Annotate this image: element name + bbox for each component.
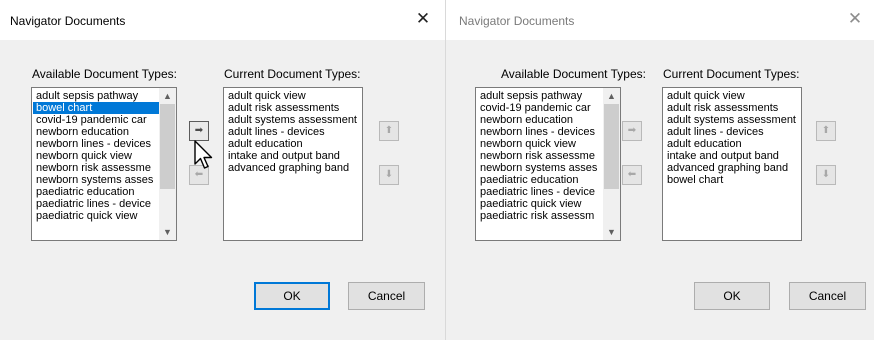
move-up-button[interactable]: ⬆: [816, 121, 836, 141]
list-item[interactable]: adult systems assessment: [664, 114, 801, 126]
arrow-up-icon: ⬆: [821, 125, 831, 136]
remove-document-button[interactable]: ⬅: [622, 165, 642, 185]
available-list-scrollbar[interactable]: ▲ ▼: [159, 88, 176, 240]
list-item[interactable]: newborn quick view: [33, 150, 159, 162]
list-item[interactable]: newborn lines - devices: [477, 126, 603, 138]
list-item[interactable]: newborn systems asses: [477, 162, 603, 174]
available-document-types-list[interactable]: adult sepsis pathway covid-19 pandemic ca…: [475, 87, 621, 241]
list-item[interactable]: adult quick view: [664, 90, 801, 102]
list-item[interactable]: intake and output band: [225, 150, 362, 162]
list-item[interactable]: newborn risk assessme: [477, 150, 603, 162]
title-bar: Navigator Documents ✕: [446, 0, 874, 40]
list-item[interactable]: paediatric lines - device: [33, 198, 159, 210]
list-item[interactable]: covid-19 pandemic car: [477, 102, 603, 114]
list-item[interactable]: bowel chart: [664, 174, 801, 186]
current-items: adult quick view adult risk assessments ad…: [664, 90, 801, 186]
scrollbar-thumb[interactable]: [604, 104, 619, 189]
chevron-down-icon[interactable]: ▼: [159, 224, 176, 240]
list-item[interactable]: intake and output band: [664, 150, 801, 162]
add-document-button[interactable]: ➡: [189, 121, 209, 141]
list-item[interactable]: newborn risk assessme: [33, 162, 159, 174]
list-item[interactable]: paediatric lines - device: [477, 186, 603, 198]
move-down-button[interactable]: ⬇: [379, 165, 399, 185]
list-item[interactable]: paediatric education: [477, 174, 603, 186]
list-item[interactable]: bowel chart: [33, 102, 159, 114]
list-item[interactable]: paediatric quick view: [33, 210, 159, 222]
arrow-down-icon: ⬇: [821, 169, 831, 180]
arrow-up-icon: ⬆: [384, 125, 394, 136]
navigator-documents-dialog-after: Navigator Documents ✕ Available Document…: [446, 0, 874, 340]
close-icon[interactable]: ✕: [844, 8, 866, 30]
available-items: adult sepsis pathway bowel chart covid-19 …: [33, 90, 159, 239]
list-item[interactable]: adult quick view: [225, 90, 362, 102]
list-item[interactable]: adult lines - devices: [664, 126, 801, 138]
navigator-documents-dialog-before: Navigator Documents ✕ Available Document…: [0, 0, 445, 340]
dialog-title: Navigator Documents: [10, 14, 126, 28]
list-item[interactable]: newborn lines - devices: [33, 138, 159, 150]
list-item[interactable]: newborn education: [477, 114, 603, 126]
available-document-types-label: Available Document Types:: [501, 67, 646, 81]
list-item[interactable]: paediatric quick view: [477, 198, 603, 210]
chevron-up-icon[interactable]: ▲: [159, 88, 176, 104]
list-item[interactable]: adult sepsis pathway: [33, 90, 159, 102]
list-item[interactable]: newborn systems asses: [33, 174, 159, 186]
current-document-types-label: Current Document Types:: [224, 67, 361, 81]
list-item[interactable]: adult systems assessment: [225, 114, 362, 126]
list-item[interactable]: paediatric risk assessm: [477, 210, 603, 222]
close-icon[interactable]: ✕: [412, 8, 434, 30]
list-item[interactable]: newborn quick view: [477, 138, 603, 150]
arrow-down-icon: ⬇: [384, 169, 394, 180]
list-item[interactable]: newborn education: [33, 126, 159, 138]
available-items: adult sepsis pathway covid-19 pandemic ca…: [477, 90, 603, 239]
mouse-pointer-icon: [194, 140, 213, 169]
available-document-types-list[interactable]: adult sepsis pathway bowel chart covid-19 …: [31, 87, 177, 241]
list-item[interactable]: adult risk assessments: [225, 102, 362, 114]
list-item[interactable]: advanced graphing band: [664, 162, 801, 174]
list-item[interactable]: paediatric education: [33, 186, 159, 198]
title-bar: Navigator Documents ✕: [0, 0, 445, 40]
available-list-scrollbar[interactable]: ▲ ▼: [603, 88, 620, 240]
cancel-button[interactable]: Cancel: [348, 282, 425, 310]
current-document-types-list[interactable]: adult quick view adult risk assessments ad…: [223, 87, 363, 241]
ok-button[interactable]: OK: [254, 282, 330, 310]
current-items: adult quick view adult risk assessments ad…: [225, 90, 362, 174]
list-item[interactable]: covid-19 pandemic car: [33, 114, 159, 126]
available-document-types-label: Available Document Types:: [32, 67, 177, 81]
scrollbar-thumb[interactable]: [160, 104, 175, 189]
chevron-down-icon[interactable]: ▼: [603, 224, 620, 240]
move-down-button[interactable]: ⬇: [816, 165, 836, 185]
move-up-button[interactable]: ⬆: [379, 121, 399, 141]
dialog-title: Navigator Documents: [459, 14, 575, 28]
list-item[interactable]: advanced graphing band: [225, 162, 362, 174]
current-document-types-list[interactable]: adult quick view adult risk assessments ad…: [662, 87, 802, 241]
arrow-right-icon: ➡: [194, 125, 204, 136]
chevron-up-icon[interactable]: ▲: [603, 88, 620, 104]
list-item[interactable]: adult sepsis pathway: [477, 90, 603, 102]
current-document-types-label: Current Document Types:: [663, 67, 800, 81]
list-item[interactable]: adult risk assessments: [664, 102, 801, 114]
list-item[interactable]: adult education: [225, 138, 362, 150]
ok-button[interactable]: OK: [694, 282, 770, 310]
list-item[interactable]: adult lines - devices: [225, 126, 362, 138]
arrow-left-icon: ⬅: [627, 169, 637, 180]
arrow-right-icon: ➡: [627, 125, 637, 136]
list-item[interactable]: adult education: [664, 138, 801, 150]
add-document-button[interactable]: ➡: [622, 121, 642, 141]
cancel-button[interactable]: Cancel: [789, 282, 866, 310]
